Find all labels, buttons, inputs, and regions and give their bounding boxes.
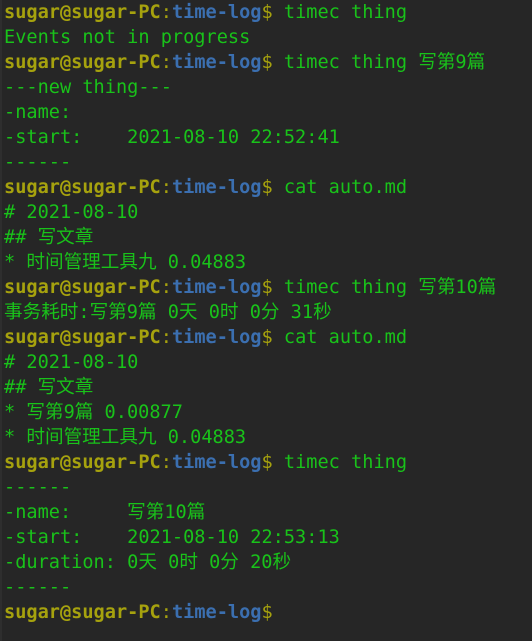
output-text: Events not in progress	[4, 27, 251, 48]
command-text: timec thing	[283, 452, 408, 473]
prompt-user: sugar@sugar-PC	[4, 452, 161, 473]
output-text: # 2021-08-10	[4, 352, 139, 373]
prompt-path: time-log	[171, 602, 262, 623]
command-text: timec thing 写第9篇	[283, 52, 486, 73]
output-line: # 2021-08-10	[4, 350, 496, 375]
prompt-colon: :	[160, 277, 172, 298]
output-line: ------	[4, 150, 496, 175]
prompt-colon: :	[160, 177, 172, 198]
prompt-user: sugar@sugar-PC	[4, 177, 161, 198]
command-text: timec thing 写第10篇	[283, 277, 497, 298]
output-text: -name:	[4, 102, 72, 123]
window-edge	[0, 0, 2, 641]
prompt-user: sugar@sugar-PC	[4, 277, 161, 298]
output-line: ---new thing---	[4, 75, 496, 100]
output-text: # 2021-08-10	[4, 202, 139, 223]
prompt-user: sugar@sugar-PC	[4, 602, 161, 623]
output-line: ## 写文章	[4, 375, 496, 400]
output-line: -name:	[4, 100, 496, 125]
output-text: 事务耗时:写第9篇 0天 0时 0分 31秒	[4, 302, 332, 323]
prompt-path: time-log	[171, 2, 262, 23]
prompt-dollar: $	[261, 452, 284, 473]
prompt-line: sugar@sugar-PC:time-log$	[4, 600, 496, 625]
prompt-dollar: $	[261, 277, 284, 298]
prompt-line: sugar@sugar-PC:time-log$ timec thing	[4, 450, 496, 475]
output-line: * 时间管理工具九 0.04883	[4, 250, 496, 275]
output-line: -name: 写第10篇	[4, 500, 496, 525]
output-text: -start: 2021-08-10 22:52:41	[4, 127, 340, 148]
command-text: cat auto.md	[283, 177, 408, 198]
prompt-line: sugar@sugar-PC:time-log$ cat auto.md	[4, 325, 496, 350]
output-line: ------	[4, 475, 496, 500]
prompt-colon: :	[160, 452, 172, 473]
prompt-dollar: $	[261, 602, 284, 623]
prompt-colon: :	[160, 2, 172, 23]
prompt-path: time-log	[171, 52, 262, 73]
output-text: -name: 写第10篇	[4, 502, 206, 523]
output-text: ------	[4, 577, 72, 598]
output-text: ## 写文章	[4, 377, 94, 398]
prompt-dollar: $	[261, 177, 284, 198]
command-text: timec thing	[283, 2, 408, 23]
output-text: ------	[4, 152, 72, 173]
output-line: -duration: 0天 0时 0分 20秒	[4, 550, 496, 575]
output-text: ------	[4, 477, 72, 498]
prompt-line: sugar@sugar-PC:time-log$ cat auto.md	[4, 175, 496, 200]
output-text: * 写第9篇 0.00877	[4, 402, 183, 423]
output-text: * 时间管理工具九 0.04883	[4, 427, 247, 448]
output-line: 事务耗时:写第9篇 0天 0时 0分 31秒	[4, 300, 496, 325]
prompt-path: time-log	[171, 277, 262, 298]
prompt-user: sugar@sugar-PC	[4, 52, 161, 73]
output-text: -duration: 0天 0时 0分 20秒	[4, 552, 292, 573]
output-line: -start: 2021-08-10 22:52:41	[4, 125, 496, 150]
prompt-path: time-log	[171, 327, 262, 348]
prompt-line: sugar@sugar-PC:time-log$ timec thing 写第1…	[4, 275, 496, 300]
prompt-path: time-log	[171, 452, 262, 473]
prompt-path: time-log	[171, 177, 262, 198]
prompt-line: sugar@sugar-PC:time-log$ timec thing 写第9…	[4, 50, 496, 75]
output-text: * 时间管理工具九 0.04883	[4, 252, 247, 273]
prompt-line: sugar@sugar-PC:time-log$ timec thing	[4, 0, 496, 25]
prompt-user: sugar@sugar-PC	[4, 2, 161, 23]
output-line: * 写第9篇 0.00877	[4, 400, 496, 425]
output-line: ## 写文章	[4, 225, 496, 250]
prompt-dollar: $	[261, 2, 284, 23]
output-line: # 2021-08-10	[4, 200, 496, 225]
terminal-output[interactable]: sugar@sugar-PC:time-log$ timec thing Even…	[4, 0, 496, 625]
output-line: Events not in progress	[4, 25, 496, 50]
prompt-colon: :	[160, 52, 172, 73]
prompt-colon: :	[160, 602, 172, 623]
output-text: ## 写文章	[4, 227, 94, 248]
command-text: cat auto.md	[283, 327, 408, 348]
prompt-dollar: $	[261, 327, 284, 348]
output-text: ---new thing---	[4, 77, 172, 98]
prompt-colon: :	[160, 327, 172, 348]
prompt-dollar: $	[261, 52, 284, 73]
output-line: * 时间管理工具九 0.04883	[4, 425, 496, 450]
output-line: ------	[4, 575, 496, 600]
output-text: -start: 2021-08-10 22:53:13	[4, 527, 340, 548]
output-line: -start: 2021-08-10 22:53:13	[4, 525, 496, 550]
prompt-user: sugar@sugar-PC	[4, 327, 161, 348]
